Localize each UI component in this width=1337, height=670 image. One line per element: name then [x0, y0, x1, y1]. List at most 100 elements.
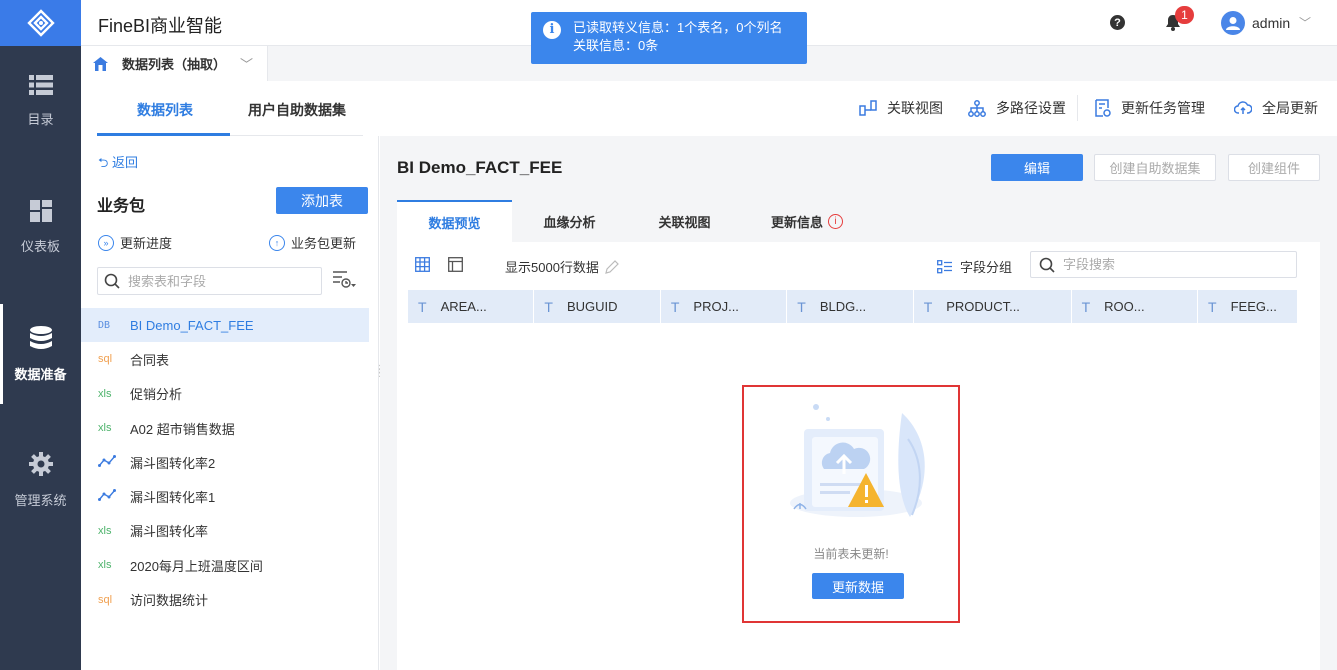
chevron-down-icon[interactable]: ﹀ [1299, 14, 1311, 31]
notification-badge: 1 [1175, 6, 1194, 24]
update-progress-label: 更新进度 [120, 236, 173, 251]
field-group-icon [937, 259, 952, 273]
column-name: PRODUCT... [946, 299, 1020, 314]
username[interactable]: admin [1252, 15, 1290, 31]
nav-item-admin[interactable]: 管理系统 [0, 430, 81, 530]
search-icon [104, 273, 120, 289]
text-field-icon: T [418, 298, 427, 315]
table-name: A02 超市销售数据 [130, 421, 235, 437]
db-table-icon: DB [98, 319, 111, 331]
task-icon [1095, 99, 1111, 117]
preview-grid-header: T AREA... T BUGUID T PROJ... T BLDG... T PROD… [408, 290, 1297, 323]
column-header[interactable]: T PRODUCT... [914, 290, 1072, 323]
package-update-label: 业务包更新 [291, 236, 357, 251]
nav-label: 仪表板 [20, 238, 60, 254]
home-icon [93, 56, 108, 71]
package-update-link[interactable]: ↑ 业务包更新 [269, 233, 356, 252]
column-header[interactable]: T FEEG... [1198, 290, 1297, 323]
main-nav: 目录 仪表板 数据准备 管理系统 [0, 0, 81, 670]
sidebar-divider [378, 136, 379, 670]
logo-icon [26, 9, 55, 37]
add-table-button[interactable]: 添加表 [276, 187, 368, 214]
relation-icon [859, 100, 877, 116]
back-link[interactable]: ⮌ 返回 [98, 152, 138, 176]
help-icon[interactable]: ? [1110, 15, 1125, 30]
create-self-dataset-button[interactable]: 创建自助数据集 [1094, 154, 1216, 181]
cloud-update-icon [1234, 101, 1252, 114]
relation-view-label: 关联视图 [887, 100, 943, 116]
table-name: 漏斗图转化率2 [130, 455, 216, 471]
analysis-table-icon [98, 454, 130, 470]
update-task-label: 更新任务管理 [1121, 100, 1205, 116]
multi-path-button[interactable]: 多路径设置 [968, 98, 1066, 118]
nav-label: 管理系统 [14, 492, 67, 508]
table-search-input[interactable] [128, 273, 308, 289]
main-panel: 数据列表 用户自助数据集 关联视图 多路径设置 更新任务管理 全局更新 ⮌ 返回… [81, 81, 1337, 670]
chevron-down-icon[interactable]: ﹀ [240, 54, 253, 73]
row-limit-label: 显示5000行数据 [505, 260, 599, 275]
update-data-button[interactable]: 更新数据 [812, 573, 904, 599]
create-component-button[interactable]: 创建组件 [1228, 154, 1320, 181]
content-title: BI Demo_FACT_FEE [397, 158, 563, 177]
column-header[interactable]: T PROJ... [661, 290, 788, 323]
finebi-logo[interactable] [0, 0, 81, 46]
update-progress-link[interactable]: » 更新进度 [98, 233, 172, 252]
field-search-box[interactable] [1030, 251, 1297, 278]
tab-data-list[interactable]: 数据列表 [137, 100, 193, 120]
relation-view-button[interactable]: 关联视图 [859, 98, 943, 118]
table-row[interactable]: sql 访问数据统计 [81, 582, 369, 616]
search-icon [1039, 257, 1055, 273]
table-row[interactable]: 漏斗图转化率1 [81, 479, 369, 513]
text-field-icon: T [1081, 298, 1091, 315]
table-row[interactable]: xls A02 超市销售数据 [81, 411, 369, 445]
field-group-button[interactable]: 字段分组 [937, 257, 1012, 276]
table-name: 访问数据统计 [130, 593, 209, 609]
tab-data-preview[interactable]: 数据预览 [397, 200, 512, 242]
table-row[interactable]: xls 漏斗图转化率 [81, 514, 369, 548]
tab-lineage[interactable]: 血缘分析 [512, 200, 627, 242]
table-row[interactable]: xls 2020每月上班温度区间 [81, 548, 369, 582]
nav-item-catalog[interactable]: 目录 [0, 51, 81, 151]
table-name: 漏斗图转化率1 [130, 490, 216, 506]
update-task-button[interactable]: 更新任务管理 [1095, 98, 1205, 118]
table-search-box[interactable] [97, 267, 322, 295]
nav-item-data-prep[interactable]: 数据准备 [0, 304, 81, 404]
gear-icon [28, 451, 53, 476]
grid-view-icon[interactable] [415, 257, 430, 272]
tab-update-info[interactable]: 更新信息 i [742, 200, 872, 242]
excel-table-icon: xls [98, 524, 112, 537]
column-name: BUGUID [566, 299, 618, 314]
nav-item-dashboard[interactable]: 仪表板 [0, 177, 81, 277]
tab-self-service-dataset[interactable]: 用户自助数据集 [248, 100, 346, 120]
filter-sort-icon[interactable] [332, 270, 356, 292]
table-name: 促销分析 [130, 387, 183, 403]
table-row-bi-demo[interactable]: DB BI Demo_FACT_FEE [81, 308, 369, 343]
field-search-input[interactable] [1063, 257, 1283, 272]
empty-state-box: 当前表未更新! 更新数据 [742, 385, 960, 623]
crumb-data-list[interactable]: 数据列表（抽取） ﹀ [81, 46, 268, 81]
left-tabs: 数据列表 用户自助数据集 [97, 81, 363, 136]
crumb-label: 数据列表（抽取） [122, 57, 227, 72]
detail-view-icon[interactable] [448, 257, 463, 272]
table-row[interactable]: xls 促销分析 [81, 377, 369, 411]
pencil-icon [605, 259, 619, 274]
row-limit-control[interactable]: 显示5000行数据 [505, 257, 619, 276]
global-update-button[interactable]: 全局更新 [1234, 98, 1318, 118]
info-toast: i 已读取转义信息：1个表名，0个列名 关联信息：0条 [531, 12, 807, 64]
tab-relation-view[interactable]: 关联视图 [627, 200, 742, 242]
warning-icon: i [828, 213, 843, 229]
toolbar-divider [1077, 95, 1078, 121]
table-row[interactable]: 漏斗图转化率2 [81, 445, 369, 479]
table-name: 漏斗图转化率 [130, 524, 209, 540]
update-info-label: 更新信息 [770, 214, 823, 230]
edit-button[interactable]: 编辑 [991, 154, 1083, 181]
column-header[interactable]: T ROO... [1072, 290, 1199, 323]
column-header[interactable]: T AREA... [408, 290, 535, 323]
package-title: 业务包 [97, 198, 146, 215]
column-header[interactable]: T BLDG... [787, 290, 914, 323]
sql-table-icon: sql [98, 353, 113, 366]
table-row[interactable]: sql 合同表 [81, 342, 369, 376]
column-header[interactable]: T BUGUID [534, 290, 661, 323]
avatar[interactable] [1221, 11, 1245, 35]
column-name: PROJ... [693, 299, 739, 314]
